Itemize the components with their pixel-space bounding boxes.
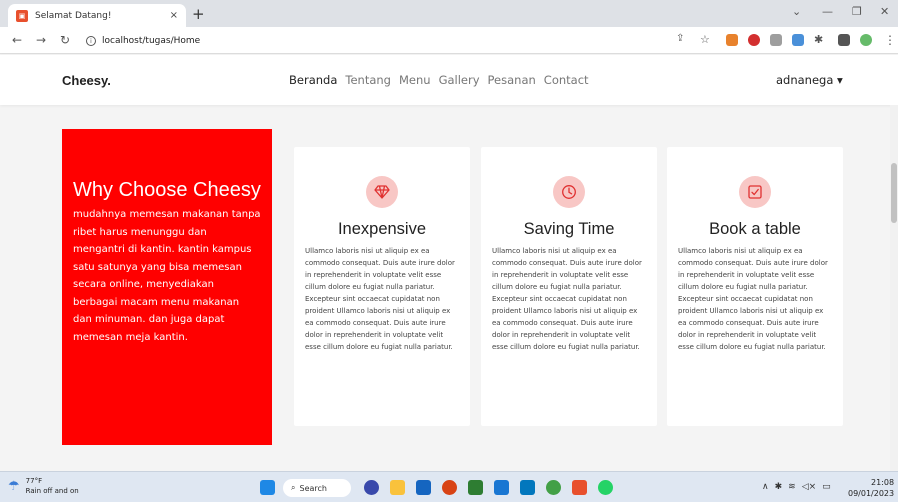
site-info-icon[interactable]: i — [86, 36, 96, 46]
clock-date: 09/01/2023 — [848, 489, 895, 498]
volume-icon[interactable]: ◁× — [802, 482, 816, 492]
scrollbar-thumb[interactable] — [891, 163, 897, 223]
taskbar-search[interactable]: ⌕ Search — [283, 479, 351, 497]
browser-menu-icon[interactable]: ⋮ — [884, 33, 896, 47]
system-tray: ∧ ✱ ≋ ◁× ▭ — [762, 482, 831, 492]
weather-widget[interactable]: ☂ 77°F Rain off and on — [8, 476, 79, 496]
browser-tab-bar: ▣ Selamat Datang! × + ⌄ — ❐ ✕ — [0, 0, 898, 27]
windows-taskbar: ☂ 77°F Rain off and on ⌕ Search ∧ ✱ ≋ ◁×… — [0, 471, 898, 502]
why-title: Why Choose Cheesy — [73, 179, 261, 201]
menu-item-gallery[interactable]: Gallery — [439, 73, 480, 87]
menu-item-menu[interactable]: Menu — [399, 73, 431, 87]
xampp-icon[interactable] — [572, 480, 587, 495]
profile-avatar-icon[interactable] — [860, 34, 872, 46]
tab-close-icon[interactable]: × — [170, 10, 178, 21]
side-panel-icon[interactable] — [838, 34, 850, 46]
windows-start-icon[interactable] — [260, 480, 275, 495]
why-choose-panel: Why Choose Cheesy mudahnya memesan makan… — [62, 129, 272, 445]
menu-item-pesanan[interactable]: Pesanan — [488, 73, 536, 87]
card-body: Ullamco laboris nisi ut aliquip ex ea co… — [492, 247, 642, 351]
site-navbar: Cheesy. Beranda Tentang Menu Gallery Pes… — [0, 55, 898, 105]
feature-card-saving-time: Saving Time Ullamco laboris nisi ut aliq… — [481, 147, 657, 426]
card-body: Ullamco laboris nisi ut aliquip ex ea co… — [305, 247, 455, 351]
share-icon[interactable]: ⇪ — [676, 33, 684, 44]
diamond-icon — [366, 176, 398, 208]
vscode-icon[interactable] — [520, 480, 535, 495]
bluetooth-icon[interactable]: ✱ — [775, 482, 783, 492]
site-logo[interactable]: Cheesy. — [62, 73, 111, 88]
weather-condition: Rain off and on — [25, 487, 79, 495]
card-title: Saving Time — [523, 220, 615, 238]
search-icon: ⌕ — [291, 483, 296, 492]
whatsapp-icon[interactable] — [598, 480, 613, 495]
taskbar-clock[interactable]: 21:08 09/01/2023 — [848, 477, 894, 499]
card-title: Inexpensive — [337, 220, 427, 238]
search-label: Search — [299, 483, 327, 493]
powerpoint-icon[interactable] — [442, 480, 457, 495]
battery-icon[interactable]: ▭ — [822, 482, 831, 492]
wifi-icon[interactable]: ≋ — [788, 482, 796, 492]
feature-card-inexpensive: Inexpensive Ullamco laboris nisi ut aliq… — [294, 147, 470, 426]
tab-search-icon[interactable]: ⌄ — [792, 5, 801, 18]
meet-icon[interactable] — [364, 480, 379, 495]
feature-card-book-table: Book a table Ullamco laboris nisi ut ali… — [667, 147, 843, 426]
address-bar: ← → ↻ i localhost/tugas/Home ⇪ ☆ ✱ ⋮ — [0, 27, 898, 54]
clock-time: 21:08 — [871, 478, 895, 487]
mail-icon[interactable] — [416, 480, 431, 495]
forward-icon[interactable]: → — [36, 33, 46, 47]
checkbox-icon — [739, 176, 771, 208]
browser-tab[interactable]: ▣ Selamat Datang! × — [8, 4, 186, 27]
user-dropdown[interactable]: adnanega ▾ — [776, 73, 843, 87]
bookmark-star-icon[interactable]: ☆ — [700, 33, 710, 46]
extension-camera-icon[interactable] — [770, 34, 782, 46]
weather-rain-icon: ☂ — [8, 478, 20, 494]
menu-item-beranda[interactable]: Beranda — [289, 73, 337, 87]
why-description: mudahnya memesan makanan tanpa ribet har… — [73, 209, 261, 343]
main-menu: Beranda Tentang Menu Gallery Pesanan Con… — [289, 73, 589, 87]
menu-item-contact[interactable]: Contact — [544, 73, 589, 87]
tray-chevron-icon[interactable]: ∧ — [762, 482, 769, 492]
extension-fox-icon[interactable] — [726, 34, 738, 46]
menu-item-tentang[interactable]: Tentang — [345, 73, 391, 87]
site-favicon-icon: ▣ — [16, 9, 28, 22]
excel-icon[interactable] — [468, 480, 483, 495]
window-close-icon[interactable]: ✕ — [880, 5, 889, 18]
file-explorer-icon[interactable] — [390, 480, 405, 495]
url-field[interactable]: i localhost/tugas/Home — [86, 32, 646, 50]
extension-docs-icon[interactable] — [792, 34, 804, 46]
restore-icon[interactable]: ❐ — [852, 5, 862, 18]
word-icon[interactable] — [494, 480, 509, 495]
reload-icon[interactable]: ↻ — [60, 33, 70, 47]
new-tab-button[interactable]: + — [192, 5, 205, 23]
web-page: Cheesy. Beranda Tentang Menu Gallery Pes… — [0, 55, 898, 471]
page-scrollbar[interactable] — [890, 105, 898, 471]
extensions-puzzle-icon[interactable]: ✱ — [814, 33, 823, 46]
clock-icon — [553, 176, 585, 208]
minimize-icon[interactable]: — — [822, 5, 833, 18]
back-icon[interactable]: ← — [12, 33, 22, 47]
url-text: localhost/tugas/Home — [102, 36, 201, 46]
weather-temperature: 77°F — [25, 477, 43, 485]
extension-opera-icon[interactable] — [748, 34, 760, 46]
chrome-icon[interactable] — [546, 480, 561, 495]
card-title: Book a table — [709, 220, 801, 238]
tab-title: Selamat Datang! — [35, 10, 112, 21]
card-body: Ullamco laboris nisi ut aliquip ex ea co… — [678, 247, 828, 351]
